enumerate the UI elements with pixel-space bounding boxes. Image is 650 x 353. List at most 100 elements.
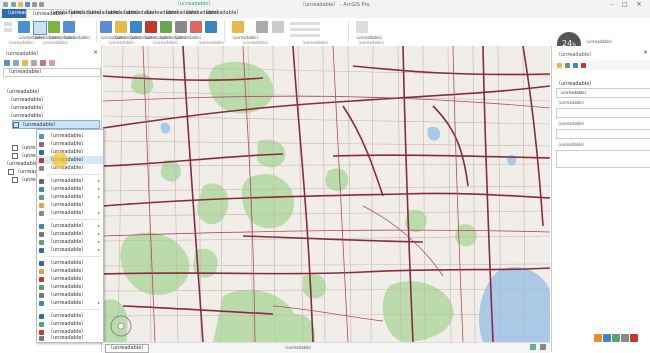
ime-mode-icon[interactable] (603, 334, 611, 342)
open-icon[interactable] (18, 2, 23, 7)
copy-icon[interactable] (4, 28, 12, 32)
layer-context-menu: 〔unreadable〕 〔unreadable〕 〔unreadable〕 〔… (36, 129, 104, 343)
edit-icon[interactable] (557, 63, 562, 68)
filter-icon[interactable] (4, 60, 10, 66)
add-data-icon[interactable] (63, 21, 75, 33)
explore-icon[interactable] (18, 21, 30, 33)
menu-item[interactable]: 〔unreadable〕 ▸ (37, 185, 103, 193)
pane-close-icon[interactable]: × (93, 49, 98, 56)
clipboard-icon[interactable] (4, 22, 12, 26)
menu-item[interactable]: 〔unreadable〕 (37, 320, 103, 328)
tree-item-selected[interactable]: 〔unreadable〕 (12, 120, 100, 129)
menu-item-label: 〔unreadable〕 (48, 202, 87, 208)
menu-item[interactable]: 〔unreadable〕 (37, 267, 103, 275)
list-by-source-icon[interactable] (22, 60, 28, 66)
menu-item[interactable]: 〔unreadable〕 (37, 164, 103, 172)
select-icon[interactable] (33, 21, 47, 35)
undo-icon[interactable] (32, 2, 37, 7)
menu-item[interactable]: 〔unreadable〕 (37, 275, 103, 283)
element-pane: 〔unreadable〕 × 〔unreadable〕 〔unreadable〕… (551, 46, 650, 352)
locate-icon[interactable] (205, 21, 217, 33)
menu-item-highlighted[interactable]: 〔unreadable〕 (37, 156, 103, 164)
pane-close-icon[interactable]: × (643, 49, 648, 56)
tree-item[interactable]: 〔unreadable〕 (8, 96, 46, 103)
list-by-snapping-icon[interactable] (49, 60, 55, 66)
close-icon[interactable]: × (636, 0, 642, 8)
map-view[interactable] (103, 46, 550, 342)
menu-item[interactable]: 〔unreadable〕 ▸ (37, 230, 103, 238)
save-layer-file-icon (39, 314, 44, 319)
minimize-icon[interactable]: – (610, 1, 613, 8)
tree-item[interactable]: 〔unreadable〕 (4, 88, 42, 95)
menu-item[interactable]: 〔unreadable〕 ▸ (37, 299, 103, 307)
list-by-editing-icon[interactable] (40, 60, 46, 66)
refresh-icon[interactable] (530, 344, 536, 350)
table-icon (39, 293, 44, 298)
print-icon[interactable] (272, 21, 284, 33)
field-input[interactable] (556, 129, 650, 139)
save-icon[interactable] (25, 2, 30, 7)
menu-item[interactable]: 〔unreadable〕 (37, 334, 103, 341)
menu-item[interactable]: 〔unreadable〕 ▸ (37, 222, 103, 230)
joins-relates-icon (39, 195, 44, 200)
clear-icon[interactable] (160, 21, 172, 33)
navigator-center[interactable] (117, 322, 125, 330)
menu-item[interactable]: 〔unreadable〕 ▸ (37, 238, 103, 246)
select-by-location-icon[interactable] (145, 21, 157, 33)
menu-item[interactable]: 〔unreadable〕 ▸ (37, 193, 103, 201)
ime-toolbar[interactable] (594, 334, 648, 344)
contents-search-input[interactable]: 〔unreadable〕 (3, 68, 101, 77)
measure-icon[interactable] (190, 21, 202, 33)
menu-separator (47, 174, 101, 175)
menu-item-label: 〔unreadable〕 (48, 133, 87, 139)
menu-item[interactable]: 〔unreadable〕 (37, 312, 103, 320)
basemap-icon[interactable] (48, 21, 60, 33)
name-field[interactable]: 〔unreadable〕 (556, 88, 650, 98)
pause-drawing-icon[interactable] (540, 344, 546, 350)
menu-item[interactable]: 〔unreadable〕 (37, 259, 103, 267)
menu-item[interactable]: 〔unreadable〕 (37, 291, 103, 299)
attributes-icon[interactable] (115, 21, 127, 33)
menu-item[interactable]: 〔unreadable〕 (37, 148, 103, 156)
ime-logo-icon[interactable] (594, 334, 602, 342)
tree-item[interactable]: 〔unreadable〕 (8, 104, 46, 111)
checkbox-icon[interactable] (8, 168, 14, 175)
menu-item[interactable]: 〔unreadable〕 (37, 132, 103, 140)
redo-icon[interactable] (39, 2, 44, 7)
labeling-icon[interactable] (232, 21, 244, 33)
checkbox-icon[interactable] (13, 121, 19, 128)
zoom-to-icon[interactable] (175, 21, 187, 33)
account-name[interactable]: 〔unreadable〕 (584, 39, 615, 45)
checkbox-icon[interactable] (12, 144, 18, 151)
select-by-attr-icon[interactable] (130, 21, 142, 33)
menu-item[interactable]: 〔unreadable〕 ▸ (37, 209, 103, 217)
list-by-drawing-order-icon[interactable] (13, 60, 19, 66)
map-canvas[interactable] (103, 46, 550, 342)
menu-item[interactable]: 〔unreadable〕 ▸ (37, 246, 103, 254)
options-icon[interactable] (581, 63, 586, 68)
tree-item[interactable]: 〔unreadable〕 (8, 112, 46, 119)
list-by-selection-icon[interactable] (31, 60, 37, 66)
add-layer-icon[interactable] (100, 21, 112, 33)
menu-item[interactable]: 〔unreadable〕 (37, 283, 103, 291)
menu-item-label: 〔unreadable〕 (48, 260, 87, 266)
download-map-icon[interactable] (356, 21, 368, 33)
ime-punct-icon[interactable] (612, 334, 620, 342)
new-project-icon[interactable] (11, 2, 16, 7)
tab-data[interactable]: 〔unreadable〕 (200, 9, 244, 18)
ime-keyboard-icon[interactable] (621, 334, 629, 342)
field-input[interactable] (556, 108, 650, 118)
menu-item[interactable]: 〔unreadable〕 ▸ (37, 177, 103, 185)
field-input[interactable] (556, 150, 650, 168)
checkbox-icon[interactable] (12, 152, 18, 159)
tab-icon[interactable] (573, 63, 578, 68)
menu-item[interactable]: 〔unreadable〕 (37, 140, 103, 148)
properties-icon[interactable] (565, 63, 570, 68)
menu-item[interactable]: 〔unreadable〕 (37, 201, 103, 209)
layout-icon[interactable] (256, 21, 268, 33)
share-icon (39, 261, 44, 266)
checkbox-icon[interactable] (12, 176, 18, 183)
tree-item-label: 〔unreadable〕 (4, 89, 43, 95)
ime-settings-icon[interactable] (630, 334, 638, 342)
maximize-icon[interactable]: □ (622, 1, 628, 8)
